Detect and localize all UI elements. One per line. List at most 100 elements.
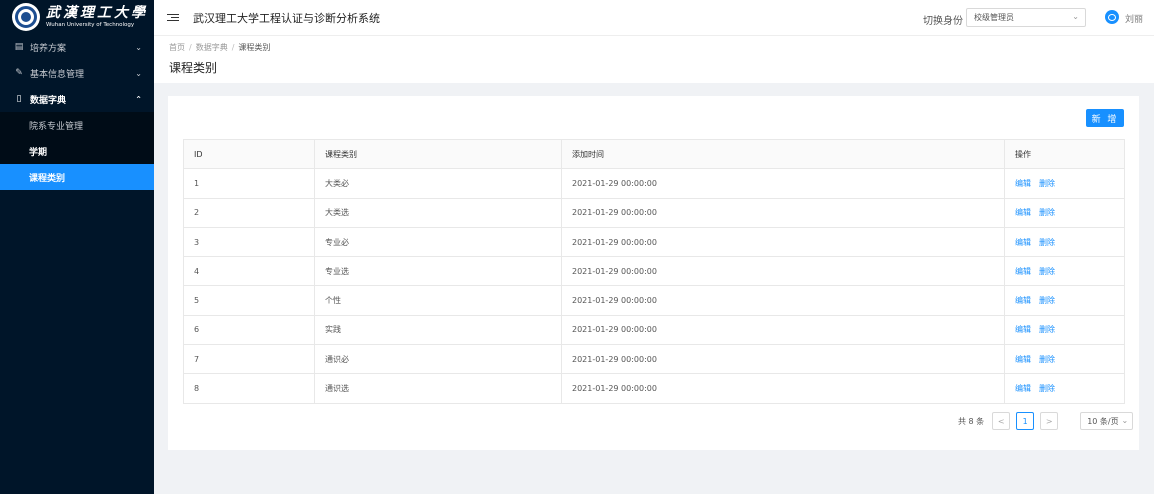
chevron-up-icon: ⌃ bbox=[135, 94, 142, 104]
delete-link[interactable]: 删除 bbox=[1039, 266, 1055, 277]
edit-link[interactable]: 编辑 bbox=[1015, 295, 1031, 306]
cell-actions: 编辑 删除 bbox=[1005, 228, 1124, 256]
delete-link[interactable]: 删除 bbox=[1039, 207, 1055, 218]
table-row: 6 实践 2021-01-29 00:00:00 编辑 删除 bbox=[184, 315, 1124, 346]
cell-category: 个性 bbox=[315, 286, 562, 315]
user-avatar-icon[interactable] bbox=[1105, 10, 1119, 24]
pagination-page-1[interactable]: 1 bbox=[1016, 412, 1035, 430]
breadcrumb-current: 课程类别 bbox=[238, 43, 271, 52]
edit-icon: ✎ bbox=[15, 68, 23, 78]
sidebar-item-training-plan[interactable]: ▤ 培养方案 ⌄ bbox=[0, 34, 154, 60]
table-row: 2 大类选 2021-01-29 00:00:00 编辑 删除 bbox=[184, 198, 1124, 228]
delete-link[interactable]: 删除 bbox=[1039, 237, 1055, 248]
breadcrumb-data-dictionary[interactable]: 数据字典 bbox=[196, 43, 228, 52]
cell-actions: 编辑 删除 bbox=[1005, 257, 1124, 285]
sidebar-subitem-course-category[interactable]: 课程类别 bbox=[0, 164, 154, 190]
table-row: 1 大类必 2021-01-29 00:00:00 编辑 删除 bbox=[184, 169, 1124, 199]
cell-id: 8 bbox=[184, 374, 315, 403]
pagination: 共 8 条 < 1 > 10 条/页 ⌄ bbox=[958, 412, 1134, 430]
delete-link[interactable]: 删除 bbox=[1039, 354, 1055, 365]
table-row: 4 专业选 2021-01-29 00:00:00 编辑 删除 bbox=[184, 257, 1124, 287]
sidebar-subitem-semester[interactable]: 学期 bbox=[0, 138, 154, 164]
system-title: 武汉理工大学工程认证与诊断分析系统 bbox=[193, 11, 380, 25]
breadcrumb-separator: / bbox=[231, 43, 235, 52]
sidebar: 武漢理工大學 Wuhan University of Technology ▤ … bbox=[0, 0, 154, 494]
cell-category: 大类选 bbox=[315, 198, 562, 227]
edit-link[interactable]: 编辑 bbox=[1015, 207, 1031, 218]
university-emblem-icon bbox=[12, 3, 40, 31]
pagination-next-button[interactable]: > bbox=[1040, 412, 1059, 430]
page-size-value: 10 条/页 bbox=[1087, 416, 1119, 426]
edit-link[interactable]: 编辑 bbox=[1015, 354, 1031, 365]
cell-id: 7 bbox=[184, 345, 315, 374]
edit-link[interactable]: 编辑 bbox=[1015, 324, 1031, 335]
add-button[interactable]: 新 增 bbox=[1086, 109, 1124, 127]
sidebar-item-basic-info[interactable]: ✎ 基本信息管理 ⌄ bbox=[0, 60, 154, 86]
breadcrumb-home[interactable]: 首页 bbox=[169, 43, 185, 52]
chevron-down-icon: ⌄ bbox=[1121, 416, 1129, 425]
course-category-table: ID 课程类别 添加时间 操作 1 大类必 2021-01-29 00:00:0… bbox=[183, 139, 1125, 404]
chevron-down-icon: ⌄ bbox=[135, 68, 142, 78]
table-row: 8 通识选 2021-01-29 00:00:00 编辑 删除 bbox=[184, 374, 1124, 404]
content-card: 新 增 ID 课程类别 添加时间 操作 1 大类必 2021-01-29 00:… bbox=[168, 96, 1139, 450]
cell-time: 2021-01-29 00:00:00 bbox=[562, 286, 1005, 315]
cell-time: 2021-01-29 00:00:00 bbox=[562, 198, 1005, 227]
sidebar-item-label: 基本信息管理 bbox=[30, 69, 85, 80]
cell-category: 专业必 bbox=[315, 227, 562, 257]
cell-actions: 编辑 删除 bbox=[1005, 374, 1124, 402]
sidebar-item-data-dictionary[interactable]: ▯ 数据字典 ⌃ bbox=[0, 86, 154, 112]
edit-link[interactable]: 编辑 bbox=[1015, 178, 1031, 189]
cell-time: 2021-01-29 00:00:00 bbox=[562, 169, 1005, 198]
page-header: 首页 / 数据字典 / 课程类别 课程类别 bbox=[154, 36, 1154, 83]
delete-link[interactable]: 删除 bbox=[1039, 383, 1055, 394]
logo-en-text: Wuhan University of Technology bbox=[46, 22, 135, 28]
document-icon: ▤ bbox=[14, 42, 24, 52]
edit-link[interactable]: 编辑 bbox=[1015, 237, 1031, 248]
breadcrumb-separator: / bbox=[189, 43, 192, 52]
cell-category: 大类必 bbox=[315, 169, 562, 198]
role-select-value: 校级管理员 bbox=[974, 13, 1014, 22]
role-switch-label: 切换身份 bbox=[923, 16, 963, 27]
table-row: 3 专业必 2021-01-29 00:00:00 编辑 删除 bbox=[184, 227, 1124, 258]
cell-actions: 编辑 删除 bbox=[1005, 199, 1124, 227]
sidebar-item-label: 培养方案 bbox=[30, 43, 67, 54]
cell-time: 2021-01-29 00:00:00 bbox=[562, 345, 1005, 374]
delete-link[interactable]: 删除 bbox=[1039, 324, 1055, 335]
edit-link[interactable]: 编辑 bbox=[1015, 383, 1031, 394]
top-header: 武汉理工大学工程认证与诊断分析系统 切换身份 校级管理员 ⌄ 刘丽 bbox=[154, 0, 1154, 36]
user-name[interactable]: 刘丽 bbox=[1125, 12, 1143, 25]
table-header-row: ID 课程类别 添加时间 操作 bbox=[184, 140, 1124, 170]
pagination-total: 共 8 条 bbox=[958, 416, 985, 426]
sidebar-item-label: 数据字典 bbox=[30, 95, 67, 106]
delete-link[interactable]: 删除 bbox=[1039, 295, 1055, 306]
column-header-id: ID bbox=[184, 140, 315, 169]
logo-cn-text: 武漢理工大學 bbox=[46, 5, 148, 21]
menu-fold-icon[interactable] bbox=[167, 13, 179, 22]
table-row: 7 通识必 2021-01-29 00:00:00 编辑 删除 bbox=[184, 345, 1124, 375]
university-logo[interactable]: 武漢理工大學 Wuhan University of Technology bbox=[0, 0, 154, 34]
cell-id: 5 bbox=[184, 286, 315, 315]
role-select[interactable]: 校级管理员 ⌄ bbox=[966, 8, 1086, 27]
column-header-time: 添加时间 bbox=[562, 140, 1005, 169]
delete-link[interactable]: 删除 bbox=[1039, 178, 1055, 189]
sidebar-subitem-dept-major[interactable]: 院系专业管理 bbox=[0, 112, 154, 138]
cell-time: 2021-01-29 00:00:00 bbox=[562, 374, 1005, 403]
cell-time: 2021-01-29 00:00:00 bbox=[562, 315, 1005, 345]
sidebar-submenu: 院系专业管理 学期 课程类别 bbox=[0, 112, 154, 190]
cell-category: 通识必 bbox=[315, 345, 562, 374]
cell-id: 1 bbox=[184, 169, 315, 198]
edit-link[interactable]: 编辑 bbox=[1015, 266, 1031, 277]
cell-actions: 编辑 删除 bbox=[1005, 286, 1124, 314]
cell-time: 2021-01-29 00:00:00 bbox=[562, 227, 1005, 257]
cell-time: 2021-01-29 00:00:00 bbox=[562, 257, 1005, 286]
cell-actions: 编辑 删除 bbox=[1005, 169, 1124, 197]
cell-actions: 编辑 删除 bbox=[1005, 316, 1124, 344]
cell-id: 4 bbox=[184, 257, 315, 286]
cell-id: 6 bbox=[184, 315, 315, 345]
cell-category: 通识选 bbox=[315, 374, 562, 403]
pagination-prev-button[interactable]: < bbox=[992, 412, 1011, 430]
cell-actions: 编辑 删除 bbox=[1005, 345, 1124, 373]
breadcrumb: 首页 / 数据字典 / 课程类别 bbox=[169, 42, 270, 53]
page-size-select[interactable]: 10 条/页 ⌄ bbox=[1080, 412, 1134, 430]
cell-category: 实践 bbox=[315, 315, 562, 345]
